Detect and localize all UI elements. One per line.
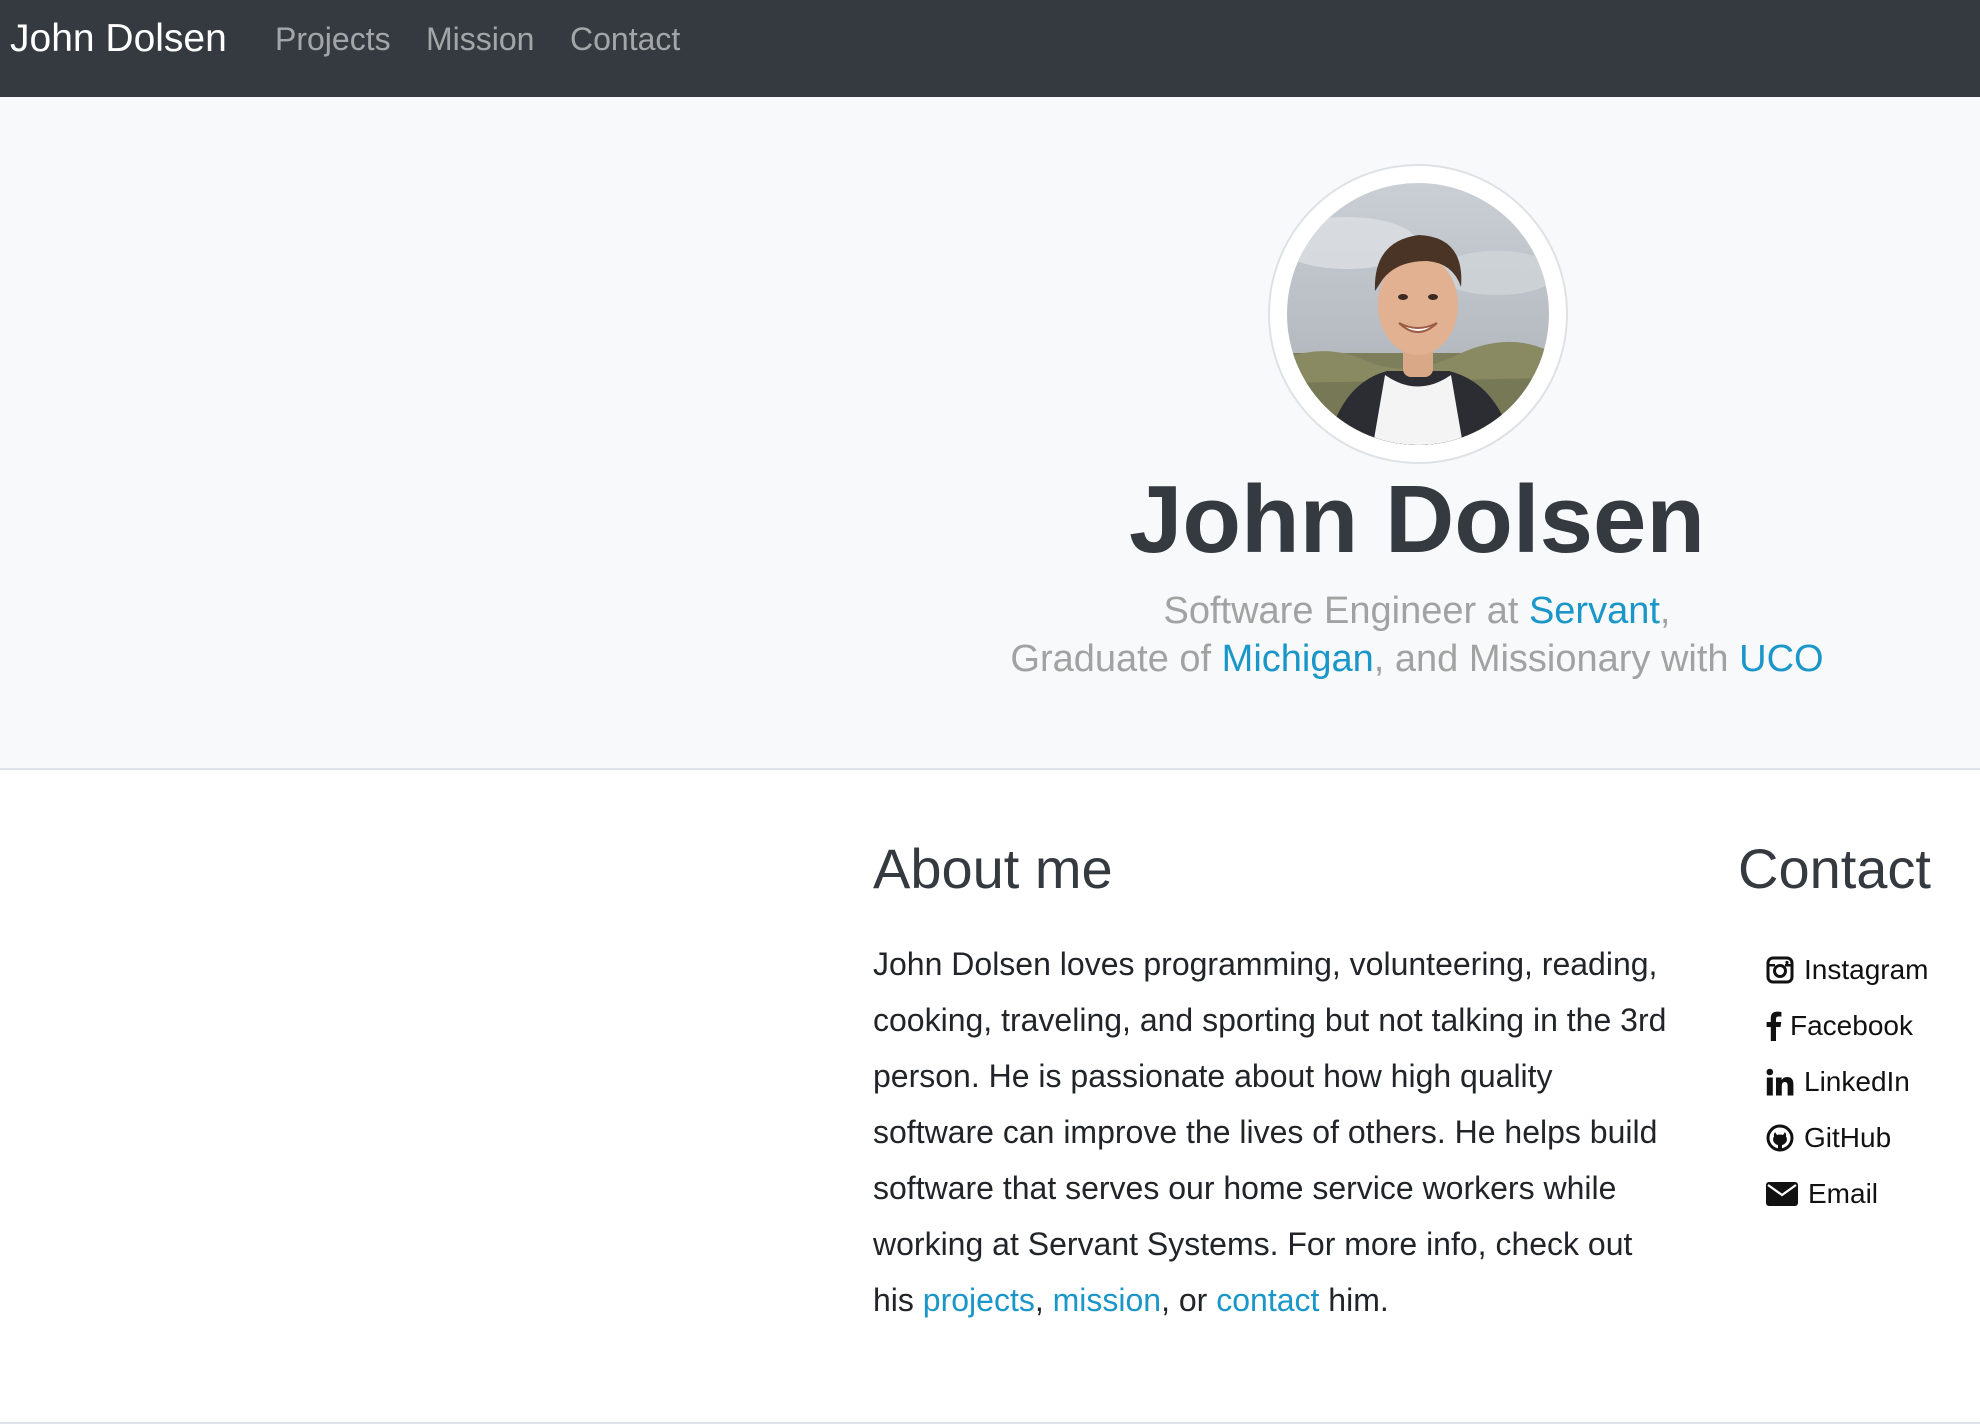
hero-subtitle-text: , (1659, 590, 1671, 632)
hero-subtitle-line-2: Graduate of Michigan, and Missionary wit… (0, 635, 1980, 683)
hero-subtitle-text: Graduate of (1010, 638, 1222, 680)
contact-label-github: GitHub (1804, 1122, 1892, 1153)
nav-link-contact[interactable]: Contact (570, 18, 680, 60)
about-body: John Dolsen loves programming, volunteer… (873, 946, 1667, 1318)
navbar: John Dolsen Projects Mission Contact (0, 0, 1980, 97)
avatar (1287, 183, 1549, 445)
avatar-frame (1268, 164, 1568, 464)
contact-label-email: Email (1808, 1178, 1879, 1209)
nav-link-mission[interactable]: Mission (426, 18, 534, 60)
servant-link[interactable]: Servant (1529, 590, 1660, 632)
hero-section: John Dolsen Software Engineer at Servant… (0, 97, 1980, 770)
hero-subtitle-text: Software Engineer at (1163, 590, 1529, 632)
contact-item-linkedin[interactable]: LinkedIn (1766, 1054, 1929, 1110)
contact-item-github[interactable]: GitHub (1766, 1110, 1929, 1166)
uco-link[interactable]: UCO (1739, 638, 1823, 680)
contact-label-facebook: Facebook (1790, 1010, 1913, 1041)
about-separator: , (1034, 1282, 1053, 1318)
instagram-icon (1766, 954, 1804, 986)
contact-title: Contact (1738, 837, 1931, 900)
profile-photo (1287, 183, 1549, 445)
contact-label-instagram: Instagram (1804, 954, 1929, 985)
linkedin-icon (1766, 1066, 1804, 1098)
navbar-brand[interactable]: John Dolsen (10, 14, 227, 64)
envelope-icon (1766, 1178, 1808, 1210)
contact-item-email[interactable]: Email (1766, 1166, 1929, 1222)
about-title: About me (873, 837, 1113, 900)
about-end: him. (1319, 1282, 1389, 1318)
about-text: John Dolsen loves programming, volunteer… (873, 936, 1673, 1328)
bottom-divider (0, 1422, 1980, 1424)
contact-item-instagram[interactable]: Instagram (1766, 942, 1929, 998)
nav-link-projects[interactable]: Projects (275, 18, 391, 60)
github-icon (1766, 1122, 1804, 1154)
hero-name: John Dolsen (1128, 466, 1706, 573)
mission-link[interactable]: mission (1053, 1282, 1161, 1318)
contact-label-linkedin: LinkedIn (1804, 1066, 1910, 1097)
hero-subtitle-text: , and Missionary with (1373, 638, 1740, 680)
contact-link[interactable]: contact (1216, 1282, 1319, 1318)
michigan-link[interactable]: Michigan (1222, 638, 1374, 680)
hero-subtitle-line-1: Software Engineer at Servant, (0, 587, 1980, 635)
about-separator: , or (1161, 1282, 1217, 1318)
projects-link[interactable]: projects (923, 1282, 1035, 1318)
facebook-icon (1766, 1010, 1790, 1042)
contact-item-facebook[interactable]: Facebook (1766, 998, 1929, 1054)
contact-list: Instagram Facebook LinkedIn GitHub Email (1766, 942, 1929, 1222)
